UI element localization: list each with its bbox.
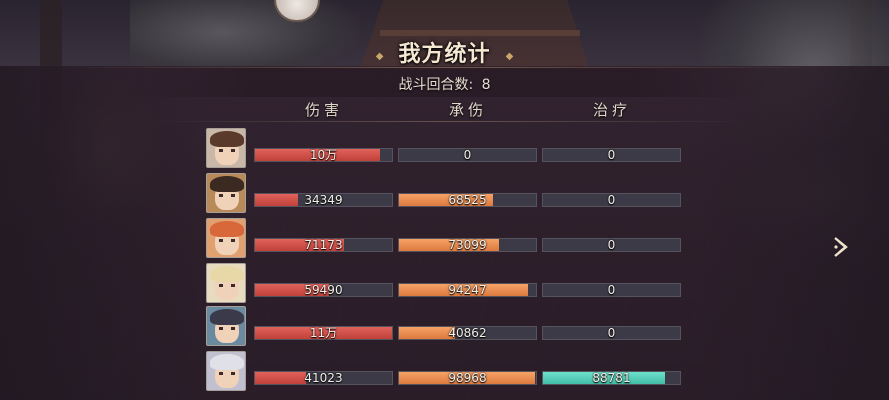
hero-avatar-1[interactable] — [206, 128, 246, 168]
column-header-damage: 伤害 — [304, 101, 343, 119]
battle-rounds: 战斗回合数: 8 — [0, 74, 889, 94]
next-arrow-icon[interactable] — [826, 232, 856, 262]
heal-value: 0 — [607, 193, 616, 207]
hero-avatar-4[interactable] — [206, 263, 246, 303]
damage-value: 11万 — [309, 326, 338, 340]
table-row: 41023 98968 88781 — [206, 351, 686, 391]
taken-value: 73099 — [448, 238, 487, 252]
damage-value: 41023 — [304, 371, 343, 385]
heal-value: 0 — [607, 326, 616, 340]
damage-value: 10万 — [309, 148, 338, 162]
taken-bar: 94247 — [398, 283, 537, 297]
panel-title: 我方统计 — [398, 41, 491, 67]
damage-value: 34349 — [304, 193, 343, 207]
damage-bar: 41023 — [254, 371, 393, 385]
damage-value: 59490 — [304, 283, 343, 297]
table-row: 34349 68525 0 — [206, 173, 686, 213]
diamond-ornament-icon: ◆ — [375, 51, 384, 62]
taken-bar: 98968 — [398, 371, 537, 385]
damage-value: 71173 — [304, 238, 343, 252]
heal-value: 0 — [607, 148, 616, 162]
heal-value: 0 — [607, 238, 616, 252]
taken-bar: 73099 — [398, 238, 537, 252]
taken-bar: 0 — [398, 148, 537, 162]
table-row: 59490 94247 0 — [206, 263, 686, 303]
heal-value: 0 — [607, 283, 616, 297]
hero-avatar-6[interactable] — [206, 351, 246, 391]
taken-value: 94247 — [448, 283, 487, 297]
damage-bar: 59490 — [254, 283, 393, 297]
hero-avatar-3[interactable] — [206, 218, 246, 258]
table-row: 11万 40862 0 — [206, 306, 686, 346]
table-row: 10万 0 0 — [206, 128, 686, 168]
heal-value: 88781 — [592, 371, 631, 385]
damage-bar: 34349 — [254, 193, 393, 207]
heal-bar: 0 — [542, 148, 681, 162]
rounds-label: 战斗回合数: — [398, 77, 474, 93]
damage-bar: 71173 — [254, 238, 393, 252]
taken-value: 0 — [463, 148, 472, 162]
taken-value: 98968 — [448, 371, 487, 385]
heal-bar: 0 — [542, 193, 681, 207]
damage-bar: 10万 — [254, 148, 393, 162]
divider — [150, 121, 750, 122]
taken-value: 68525 — [448, 193, 487, 207]
heal-bar: 88781 — [542, 371, 681, 385]
hero-avatar-5[interactable] — [206, 306, 246, 346]
taken-bar: 68525 — [398, 193, 537, 207]
damage-bar: 11万 — [254, 326, 393, 340]
table-row: 71173 73099 0 — [206, 218, 686, 258]
heal-bar: 0 — [542, 283, 681, 297]
taken-bar: 40862 — [398, 326, 537, 340]
diamond-ornament-icon: ◆ — [505, 51, 514, 62]
column-header-taken: 承伤 — [448, 101, 487, 119]
column-header-heal: 治疗 — [592, 101, 631, 119]
rounds-value: 8 — [481, 77, 491, 93]
heal-bar: 0 — [542, 326, 681, 340]
taken-value: 40862 — [448, 326, 487, 340]
heal-bar: 0 — [542, 238, 681, 252]
hero-avatar-2[interactable] — [206, 173, 246, 213]
